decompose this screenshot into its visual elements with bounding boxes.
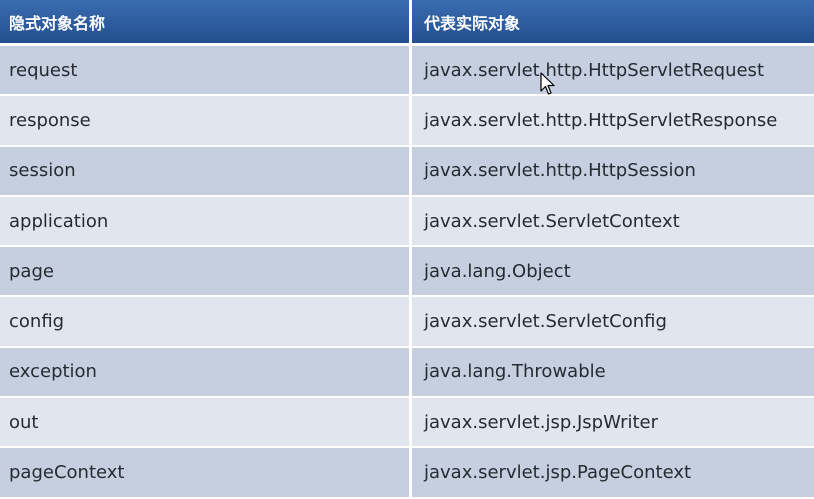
implicit-objects-table: 隐式对象名称 代表实际对象 request javax.servlet.http… — [0, 0, 814, 499]
header-actual-object: 代表实际对象 — [412, 0, 814, 46]
table-row-type: javax.servlet.ServletContext — [412, 196, 814, 248]
table-row-name: application — [0, 196, 409, 248]
table-row-name: out — [0, 398, 409, 449]
table-row-name: session — [0, 146, 409, 197]
table-row-type: javax.servlet.jsp.JspWriter — [412, 398, 814, 449]
table-row-name: pageContext — [0, 448, 409, 499]
table-row-name: request — [0, 46, 409, 97]
table-row-name: config — [0, 297, 409, 348]
table-row-type: java.lang.Throwable — [412, 347, 814, 399]
table-row-name: response — [0, 96, 409, 147]
table-row-type: javax.servlet.http.HttpServletRequest — [412, 46, 814, 97]
table-row-name: page — [0, 247, 409, 298]
table-row-name: exception — [0, 347, 409, 399]
table-row-type: javax.servlet.jsp.PageContext — [412, 448, 814, 499]
table-row-type: javax.servlet.http.HttpServletResponse — [412, 96, 814, 147]
table-row-type: javax.servlet.http.HttpSession — [412, 146, 814, 197]
table-row-type: javax.servlet.ServletConfig — [412, 297, 814, 348]
header-implicit-object-name: 隐式对象名称 — [0, 0, 409, 46]
table-row-type: java.lang.Object — [412, 247, 814, 298]
